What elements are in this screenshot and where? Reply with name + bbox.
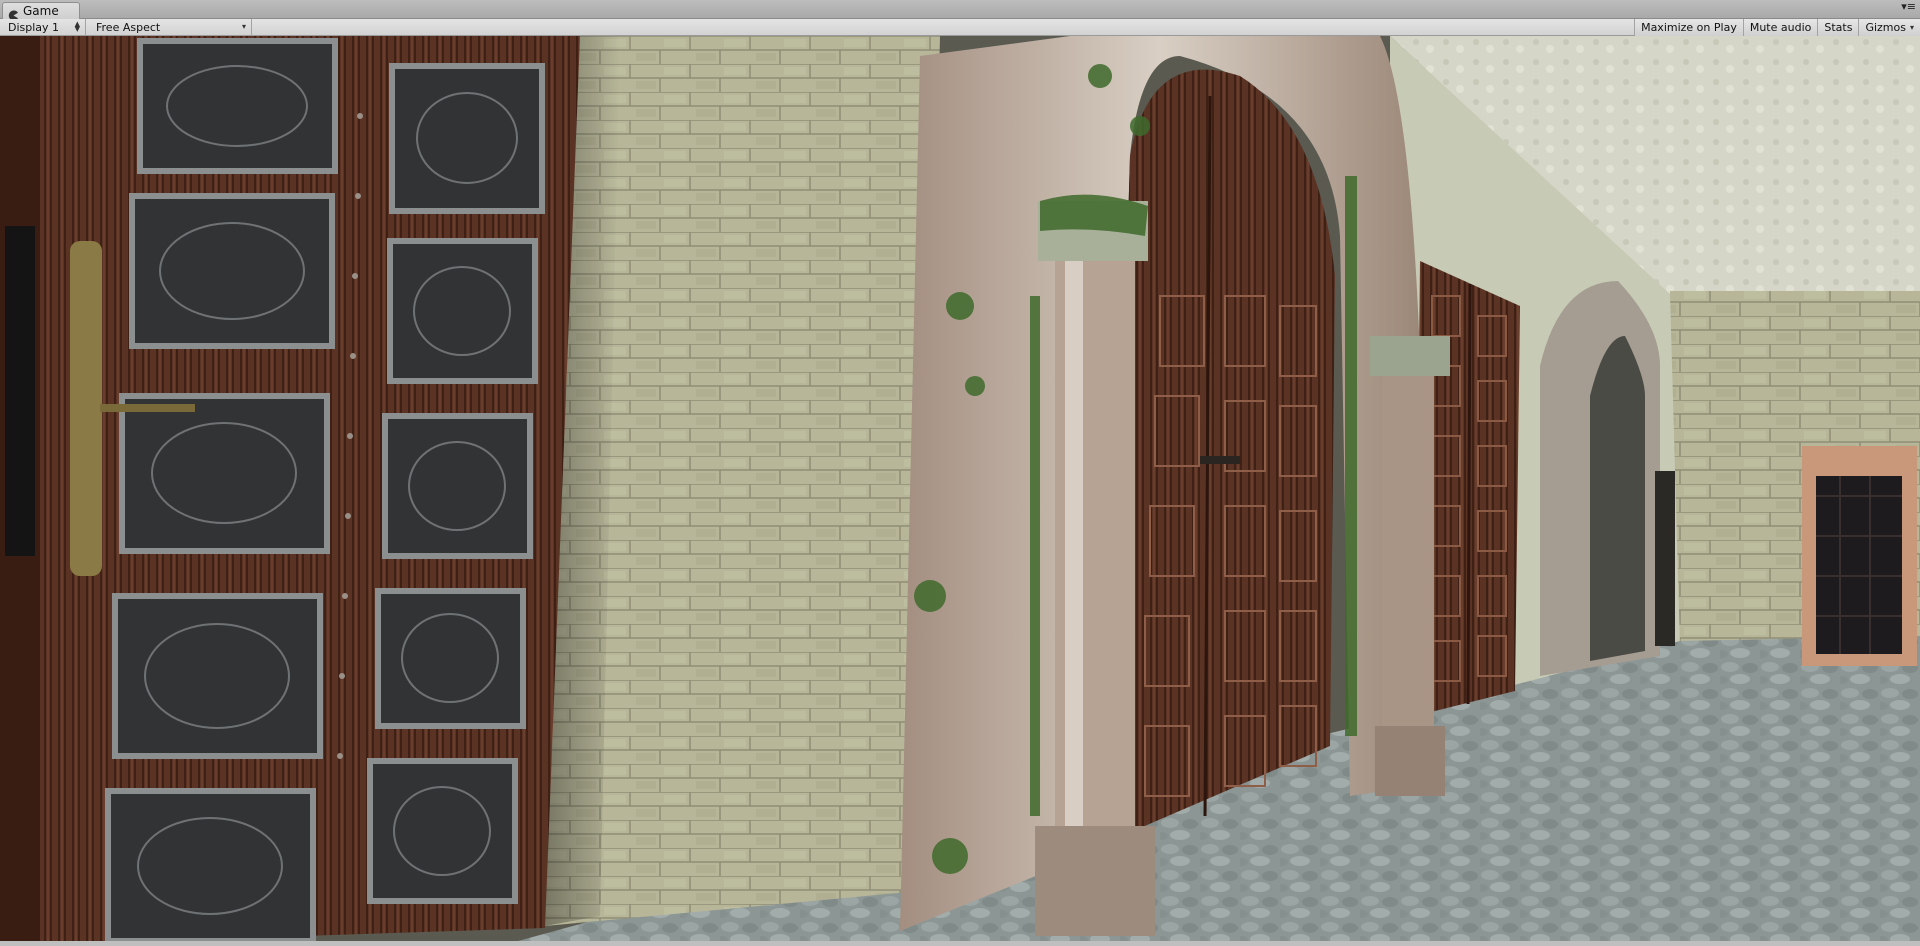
aspect-select-label: Free Aspect xyxy=(96,21,161,34)
aspect-select[interactable]: Free Aspect ▾ xyxy=(88,19,252,36)
wooden-door-left xyxy=(0,36,580,946)
window-menu-icon: ▾≡ xyxy=(1901,0,1916,13)
tab-game-label: Game xyxy=(23,4,59,18)
mute-audio-toggle[interactable]: Mute audio xyxy=(1742,19,1818,36)
chevron-down-icon: ▾ xyxy=(241,22,246,31)
chevron-down-icon: ▾ xyxy=(1909,23,1914,32)
tab-game[interactable]: Game xyxy=(2,2,80,20)
mute-audio-label: Mute audio xyxy=(1749,21,1812,34)
far-gothic-arch xyxy=(1540,281,1675,676)
maximize-on-play-toggle[interactable]: Maximize on Play xyxy=(1634,19,1743,36)
maximize-on-play-label: Maximize on Play xyxy=(1641,21,1737,34)
tab-strip: Game ▾≡ xyxy=(0,0,1920,20)
far-door xyxy=(1802,446,1917,666)
gizmos-dropdown[interactable]: Gizmos ▾ xyxy=(1858,19,1920,36)
display-select-label: Display 1 xyxy=(8,21,60,34)
display-select[interactable]: Display 1 ▲ ▼ xyxy=(0,19,86,36)
gizmos-label: Gizmos xyxy=(1865,21,1906,34)
toolbar-right-group: Maximize on Play Mute audio Stats Gizmos… xyxy=(1634,19,1920,36)
game-window: Game ▾≡ Display 1 ▲ ▼ Free Aspect ▾ Maxim… xyxy=(0,0,1920,946)
game-pacman-icon xyxy=(8,6,19,20)
scene-render xyxy=(0,36,1920,946)
game-toolbar: Display 1 ▲ ▼ Free Aspect ▾ Maximize on P… xyxy=(0,19,1920,36)
up-down-arrows-icon: ▲ ▼ xyxy=(74,20,80,33)
window-menu-button[interactable]: ▾≡ xyxy=(1901,1,1916,12)
game-viewport[interactable] xyxy=(0,36,1920,946)
stats-label: Stats xyxy=(1824,21,1853,34)
stats-toggle[interactable]: Stats xyxy=(1817,19,1859,36)
